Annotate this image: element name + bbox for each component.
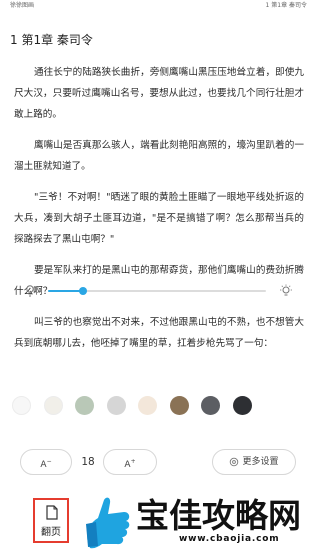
brightness-slider[interactable] xyxy=(48,287,266,295)
theme-swatch[interactable] xyxy=(75,396,94,415)
font-controls: A− 18 A+ 更多设置 xyxy=(0,449,316,475)
brightness-high-icon xyxy=(280,284,292,296)
watermark-title: 宝佳攻略网 xyxy=(136,496,301,535)
theme-swatch[interactable] xyxy=(170,396,189,415)
page-flip-label: 翻页 xyxy=(41,527,61,538)
paragraph: 通往长宁的陆路狭长曲折，旁侧鹰嘴山黑压压地耸立着，即使九尺大汉，只要听过鹰嘴山名… xyxy=(14,67,304,120)
font-decrease-sign: − xyxy=(46,458,52,465)
site-watermark: 宝佳攻略网 www.cbaojia.com xyxy=(80,494,316,550)
theme-swatch[interactable] xyxy=(44,396,63,415)
status-bar: 徐徐图画 1 第1章 秦司令 xyxy=(0,0,316,12)
more-settings-label: 更多设置 xyxy=(242,457,279,467)
font-decrease-button[interactable]: A− xyxy=(20,449,72,475)
gear-icon xyxy=(230,457,239,466)
theme-swatch[interactable] xyxy=(138,396,157,415)
theme-swatch[interactable] xyxy=(12,396,31,415)
brightness-slider-fill xyxy=(48,290,83,292)
theme-swatch[interactable] xyxy=(107,396,126,415)
font-size-value: 18 xyxy=(81,456,95,468)
brightness-slider-thumb[interactable] xyxy=(79,287,87,295)
paragraph: "三爷！不对啊！"晒迷了眼的黄脸土匪瞄了一眼地平线处折返的大兵，凑到大胡子土匪耳… xyxy=(14,192,304,245)
brightness-low-icon xyxy=(26,285,34,297)
chapter-title: 1 第1章 秦司令 xyxy=(10,33,93,47)
chapter-indicator: 1 第1章 秦司令 xyxy=(265,2,307,9)
site-logo-icon xyxy=(86,497,130,549)
page-flip-button[interactable]: 翻页 xyxy=(33,498,69,543)
theme-swatch[interactable] xyxy=(201,396,220,415)
watermark-url: www.cbaojia.com xyxy=(179,534,280,544)
document-icon xyxy=(46,505,58,520)
theme-swatch[interactable] xyxy=(233,396,252,415)
book-name: 徐徐图画 xyxy=(10,2,35,9)
theme-color-picker xyxy=(12,396,312,416)
paragraph: 叫三爷的也察觉出不对来，不过他跟黑山屯的不熟，也不想管大兵到底朝哪儿去，他呸掉了… xyxy=(14,317,304,349)
reader-screen: 徐徐图画 1 第1章 秦司令 1 第1章 秦司令 通往长宁的陆路狭长曲折，旁侧鹰… xyxy=(0,0,316,550)
font-increase-sign: + xyxy=(130,458,136,465)
more-settings-button[interactable]: 更多设置 xyxy=(212,449,296,475)
brightness-control xyxy=(0,280,316,302)
paragraph: 鹰嘴山是否真那么骇人，端看此刻艳阳高照的，壕沟里趴着的一溜土匪就知道了。 xyxy=(14,140,304,172)
chapter-content[interactable]: 通往长宁的陆路狭长曲折，旁侧鹰嘴山黑压压地耸立着，即使九尺大汉，只要听过鹰嘴山名… xyxy=(14,62,304,364)
font-increase-button[interactable]: A+ xyxy=(103,449,157,475)
